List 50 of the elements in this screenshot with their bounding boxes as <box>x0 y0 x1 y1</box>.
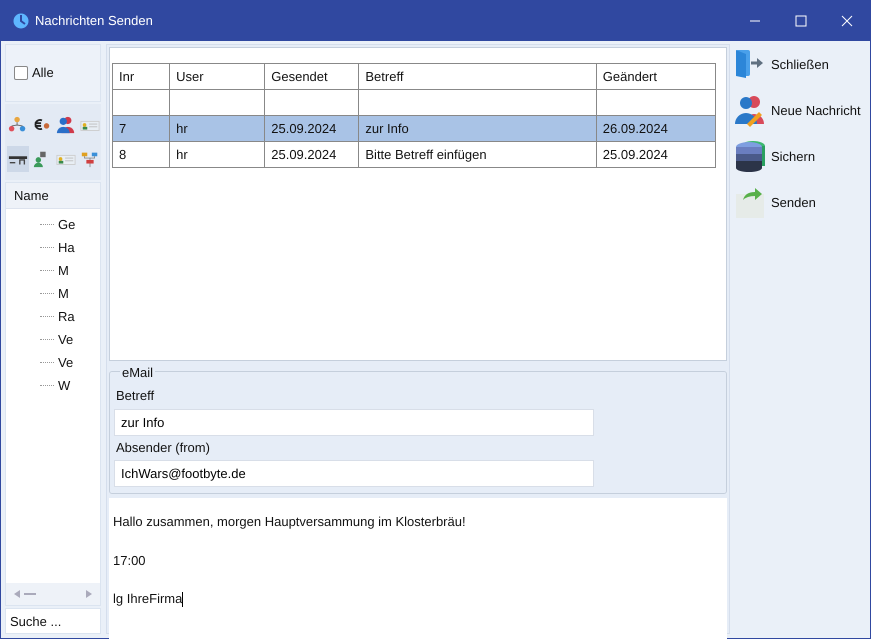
table-cell[interactable]: 25.09.2024 <box>264 116 359 142</box>
close-icon <box>841 15 853 27</box>
column-header[interactable]: Gesendet <box>264 64 359 90</box>
column-header[interactable]: Geändert <box>596 64 716 90</box>
column-header[interactable]: User <box>170 64 265 90</box>
message-line: Hallo zusammen, morgen Hauptversammung im Klosterbräu! <box>113 514 466 529</box>
scroll-right-icon <box>86 590 92 598</box>
toolbar-button[interactable]: Schließen <box>735 44 870 86</box>
table-cell[interactable]: 8 <box>112 142 170 168</box>
table-cell[interactable]: 25.09.2024 <box>264 142 359 168</box>
scroll-left-icon <box>14 590 36 598</box>
tree-item[interactable]: Ve <box>58 330 74 350</box>
table-cell[interactable]: 26.09.2024 <box>596 116 716 142</box>
column-header[interactable]: Betreff <box>358 64 596 90</box>
database-icon <box>735 140 767 174</box>
tree-item[interactable]: Ge <box>58 214 76 234</box>
table-cell[interactable]: zur Info <box>358 116 596 142</box>
message-editor[interactable]: Hallo zusammen, morgen Hauptversammung im Klosterbräu! 17:00 lg IhreFirma <box>109 498 727 639</box>
clock-icon <box>13 13 29 29</box>
tree-item[interactable]: Ra <box>58 306 75 326</box>
forward-arrow-icon <box>735 186 767 220</box>
field-label: Absender (from) <box>116 438 211 457</box>
table-cell[interactable]: hr <box>170 116 265 142</box>
table-cell[interactable]: Bitte Betreff einfügen <box>358 142 596 168</box>
table-cell[interactable]: 7 <box>112 116 170 142</box>
search-field[interactable]: Suche ... <box>5 608 101 634</box>
column-header[interactable]: Name <box>6 183 100 209</box>
toolbar-button[interactable]: Sichern <box>735 136 870 178</box>
table-cell[interactable]: hr <box>170 142 265 168</box>
select-all-checkbox[interactable]: Alle <box>5 44 101 102</box>
input-field[interactable]: zur Info <box>114 408 594 436</box>
column-header[interactable]: Inr <box>112 64 170 90</box>
tree-item[interactable]: M <box>58 284 69 304</box>
bar-icon[interactable] <box>7 146 29 172</box>
tree-item[interactable]: Ha <box>58 238 75 258</box>
people-pencil-icon <box>735 94 767 128</box>
field-label: Betreff <box>116 387 156 405</box>
text-cursor <box>182 592 184 608</box>
tree-item[interactable]: Ve <box>58 352 74 372</box>
table-cell[interactable]: 25.09.2024 <box>596 142 716 168</box>
tree-item[interactable]: M <box>58 260 69 280</box>
horizontal-scrollbar[interactable] <box>6 583 100 605</box>
toolbar-button[interactable]: Senden <box>735 182 870 224</box>
toolbar-button[interactable]: Neue Nachricht <box>735 90 870 132</box>
tree-item[interactable]: W <box>58 376 70 396</box>
message-line: 17:00 <box>113 552 146 568</box>
input-field[interactable]: IchWars@footbyte.de <box>114 460 594 487</box>
maximize-icon <box>795 15 807 27</box>
window-title: Nachrichten Senden <box>35 12 153 30</box>
message-line: lg IhreFirma <box>113 591 182 606</box>
